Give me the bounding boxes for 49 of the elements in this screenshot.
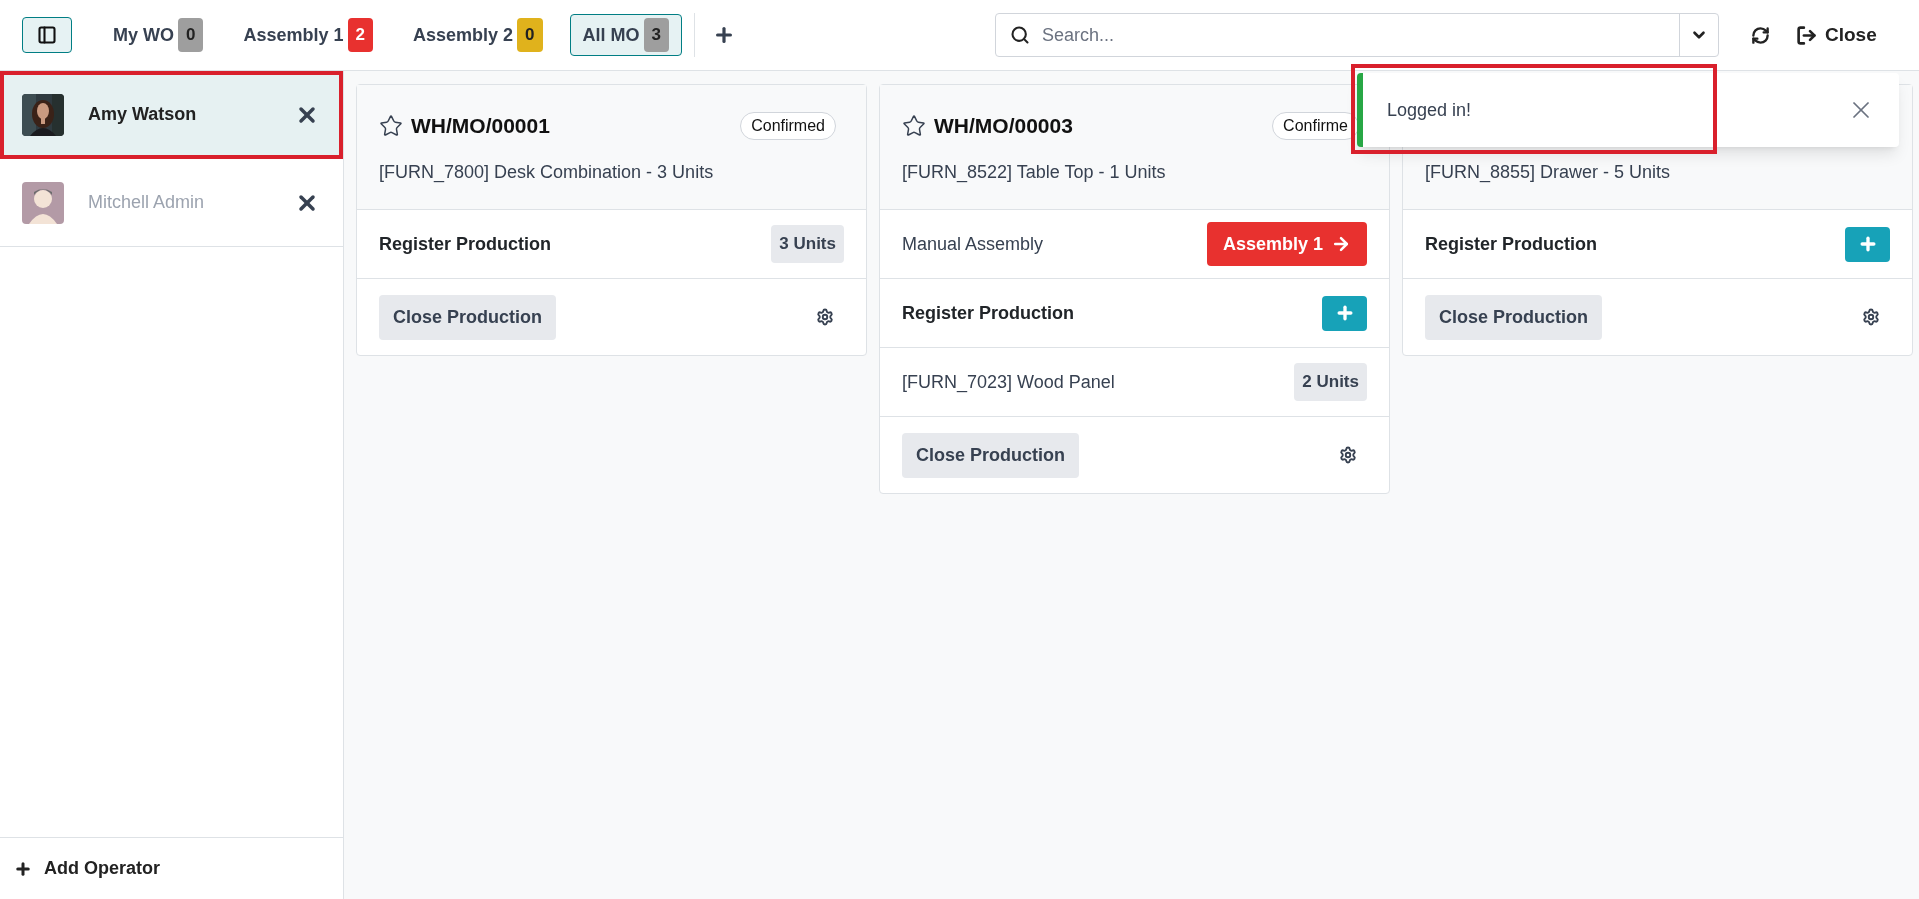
count-badge: 0 — [517, 18, 543, 52]
add-button[interactable] — [1845, 226, 1890, 262]
row-label: Register Production — [902, 301, 1075, 325]
close-button[interactable]: Close — [1796, 20, 1877, 50]
filter-tab[interactable]: Assembly 2 0 — [400, 14, 556, 56]
plus-icon — [14, 859, 32, 878]
count-badge: 0 — [178, 18, 204, 52]
panel-icon — [37, 25, 57, 45]
add-button[interactable] — [1322, 295, 1367, 331]
exit-icon — [1796, 24, 1817, 46]
search-icon — [1010, 25, 1030, 45]
status-badge: Confirmed — [740, 112, 836, 140]
product-text: [FURN_8855] Drawer - 5 Units — [1425, 161, 1672, 185]
star-icon[interactable] — [379, 114, 403, 138]
star-icon[interactable] — [902, 114, 926, 138]
settings-icon[interactable] — [816, 308, 834, 326]
quantity-chip: 2 Units — [1294, 363, 1367, 401]
row-label: [FURN_7023] Wood Panel — [902, 370, 1115, 395]
row-label: Manual Assembly — [902, 232, 1044, 256]
add-operator-button[interactable]: Add Operator — [0, 837, 343, 899]
avatar-icon — [22, 181, 64, 224]
status-badge: Confirme — [1272, 112, 1359, 140]
toast-message: Logged in! — [1387, 98, 1472, 122]
refresh-icon — [1751, 25, 1770, 45]
count-badge: 2 — [347, 18, 373, 52]
close-production-button[interactable]: Close Production — [902, 432, 1079, 478]
close-production-button[interactable]: Close Production — [1425, 294, 1602, 340]
product-text: [FURN_8522] Table Top - 1 Units — [902, 161, 1167, 185]
filter-tab[interactable]: Assembly 1 2 — [230, 14, 386, 56]
operator-item[interactable]: Amy Watson — [0, 71, 343, 159]
search-input[interactable]: Search... — [1042, 21, 1679, 49]
add-tab-button[interactable] — [713, 24, 735, 46]
sidebar-toggle-button[interactable] — [22, 17, 72, 53]
order-title: WH/MO/00001 — [411, 113, 550, 140]
settings-icon[interactable] — [1862, 308, 1880, 326]
quantity-chip: 3 Units — [771, 225, 844, 263]
search-field[interactable]: Search... — [995, 13, 1719, 57]
row-label: Register Production — [379, 232, 552, 256]
plus-icon — [713, 24, 735, 46]
count-badge: 3 — [643, 18, 669, 52]
product-text: [FURN_7800] Desk Combination - 3 Units — [379, 161, 715, 185]
order-title: WH/MO/00003 — [934, 113, 1073, 140]
close-production-button[interactable]: Close Production — [379, 294, 556, 340]
refresh-button[interactable] — [1751, 25, 1770, 45]
filter-tab[interactable]: All MO 3 — [569, 14, 682, 56]
filter-tab[interactable]: My WO 0 — [100, 14, 217, 56]
workcenter-button[interactable]: Assembly 1 — [1206, 222, 1367, 266]
row-label: Register Production — [1425, 232, 1598, 256]
settings-icon[interactable] — [1339, 446, 1357, 464]
